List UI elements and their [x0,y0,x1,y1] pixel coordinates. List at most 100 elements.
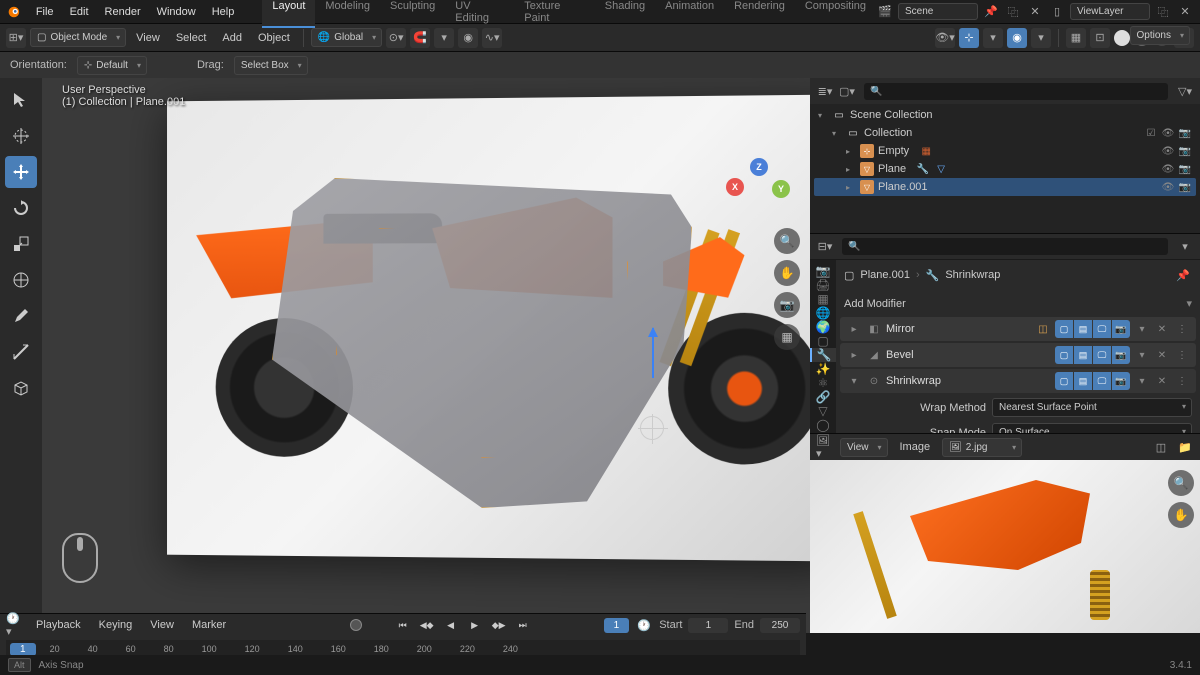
prop-tab-data[interactable]: ▽ [810,404,836,418]
workspace-texture[interactable]: Texture Paint [514,0,595,28]
prop-tab-modifiers[interactable]: 🔧 [810,348,836,362]
jump-keyframe-fwd-icon[interactable]: ◆▶ [490,617,508,633]
prop-tab-output[interactable]: 🖨 [810,278,836,292]
viewlayer-copy-icon[interactable]: ⿻ [1154,3,1172,21]
pan-icon[interactable]: ✋ [774,260,800,286]
delete-icon[interactable]: ✕ [1154,347,1170,363]
axis-x-handle[interactable]: X [726,178,744,196]
tool-scale[interactable] [5,228,37,260]
chevron-down-icon[interactable]: ▾ [846,373,862,389]
tool-add-cube[interactable] [5,372,37,404]
workspace-rendering[interactable]: Rendering [724,0,795,28]
tool-move[interactable] [5,156,37,188]
viewlayer-delete-icon[interactable]: ✕ [1176,3,1194,21]
chevron-down-icon[interactable]: ▾ [1134,321,1150,337]
drag-dropdown[interactable]: Select Box [234,56,308,75]
current-frame-input[interactable]: 1 [604,618,630,633]
snap-toggle-icon[interactable]: 🧲 [410,28,430,48]
outliner-scene-collection[interactable]: ▾ ▭ Scene Collection [814,106,1196,124]
disclosure-icon[interactable]: ▸ [846,147,856,156]
viewport-menu-add[interactable]: Add [216,29,248,47]
extras-icon[interactable]: ⋮ [1174,347,1190,363]
workspace-sculpting[interactable]: Sculpting [380,0,445,28]
axis-y-handle[interactable]: Y [772,180,790,198]
editmode-toggle-icon[interactable]: ▤ [1074,320,1092,338]
prop-tab-physics[interactable]: ⚛ [810,376,836,390]
tool-rotate[interactable] [5,192,37,224]
prop-tab-render[interactable]: 📷 [810,264,836,278]
viewlayer-browse-icon[interactable]: ▯ [1048,3,1066,21]
checkbox-icon[interactable]: ☑ [1144,126,1158,140]
outliner-item-plane[interactable]: ▸ ▽ Plane 🔧 ▽ 👁 📷 [814,160,1196,178]
extras-icon[interactable]: ⋮ [1174,373,1190,389]
image-open-icon[interactable]: 📁 [1176,438,1194,456]
render-icon[interactable]: 📷 [1178,180,1192,194]
workspace-compositing[interactable]: Compositing [795,0,876,28]
render-toggle-icon[interactable]: 📷 [1112,346,1130,364]
disclosure-icon[interactable]: ▾ [818,111,828,120]
transform-orientation-dropdown[interactable]: 🌐Global [311,28,382,47]
end-frame-input[interactable]: 250 [760,618,800,633]
realtime-toggle-icon[interactable]: ▢ [1055,372,1073,390]
chevron-right-icon[interactable]: ▸ [846,347,862,363]
visibility-dropdown-icon[interactable]: 👁▾ [935,28,955,48]
menu-render[interactable]: Render [97,2,149,22]
render-icon[interactable]: 📷 [1178,126,1192,140]
workspace-modeling[interactable]: Modeling [315,0,380,28]
shading-wireframe-icon[interactable]: ⊡ [1090,28,1110,48]
start-frame-input[interactable]: 1 [688,618,728,633]
modifier-bevel[interactable]: ▸ ◢ Bevel ▢ ▤ 🖵 📷 ▾ ✕ ⋮ [840,343,1196,367]
modifier-name[interactable]: Bevel [886,349,1051,361]
disclosure-icon[interactable]: ▸ [846,165,856,174]
overlay-toggle-icon[interactable]: ◉ [1007,28,1027,48]
tool-annotate[interactable] [5,300,37,332]
snap-dropdown-icon[interactable]: ▾ [434,28,454,48]
chevron-down-icon[interactable]: ▾ [1134,347,1150,363]
image-viewport[interactable]: 🔍 ✋ [810,460,1200,633]
workspace-uv[interactable]: UV Editing [445,0,514,28]
perspective-toggle-icon[interactable]: ▦ [774,324,800,350]
viewport-menu-select[interactable]: Select [170,29,213,47]
delete-icon[interactable]: ✕ [1154,373,1170,389]
tool-transform[interactable] [5,264,37,296]
disclosure-icon[interactable]: ▾ [832,129,842,138]
clock-icon[interactable]: 🕐 [635,616,653,634]
eye-icon[interactable]: 👁 [1161,162,1175,176]
proportional-dropdown-icon[interactable]: ∿▾ [482,28,502,48]
jump-to-start-icon[interactable]: ⏮ [394,617,412,633]
timeline-keying-menu[interactable]: Keying [93,616,139,634]
outliner-filter-icon[interactable]: ▽▾ [1176,82,1194,100]
outliner-display-icon[interactable]: ▢▾ [838,82,856,100]
auto-keying-toggle[interactable] [350,619,362,631]
workspace-layout[interactable]: Layout [262,0,315,28]
workspace-animation[interactable]: Animation [655,0,724,28]
timeline-marker-menu[interactable]: Marker [186,616,232,634]
viewport-menu-view[interactable]: View [130,29,166,47]
camera-view-icon[interactable]: 📷 [774,292,800,318]
proportional-toggle-icon[interactable]: ◉ [458,28,478,48]
menu-file[interactable]: File [28,2,62,22]
workspace-shading[interactable]: Shading [595,0,655,28]
scene-delete-icon[interactable]: ✕ [1026,3,1044,21]
pin-icon[interactable]: 📌 [1174,266,1192,284]
play-reverse-icon[interactable]: ◀ [442,617,460,633]
jump-to-end-icon[interactable]: ⏭ [514,617,532,633]
mode-icon[interactable]: ◫ [1035,321,1051,337]
viewlayer-name-input[interactable] [1070,3,1150,20]
menu-window[interactable]: Window [149,2,204,22]
eye-icon[interactable]: 👁 [1161,144,1175,158]
image-view-menu[interactable]: View [840,438,888,457]
chevron-down-icon[interactable]: ▾ [1134,373,1150,389]
image-new-icon[interactable]: ◫ [1152,438,1170,456]
modifier-name[interactable]: Mirror [886,323,1031,335]
chevron-right-icon[interactable]: ▸ [846,321,862,337]
scene-copy-icon[interactable]: ⿻ [1004,3,1022,21]
properties-options-icon[interactable]: ▾ [1176,238,1194,256]
menu-edit[interactable]: Edit [62,2,97,22]
prop-tab-constraints[interactable]: 🔗 [810,390,836,404]
outliner-item-empty[interactable]: ▸ ⊹ Empty ▦ 👁 📷 [814,142,1196,160]
add-modifier-dropdown[interactable]: Add Modifier [844,298,1180,310]
breadcrumb-object[interactable]: Plane.001 [860,269,910,281]
render-icon[interactable]: 📷 [1178,144,1192,158]
tool-select-box[interactable] [5,84,37,116]
